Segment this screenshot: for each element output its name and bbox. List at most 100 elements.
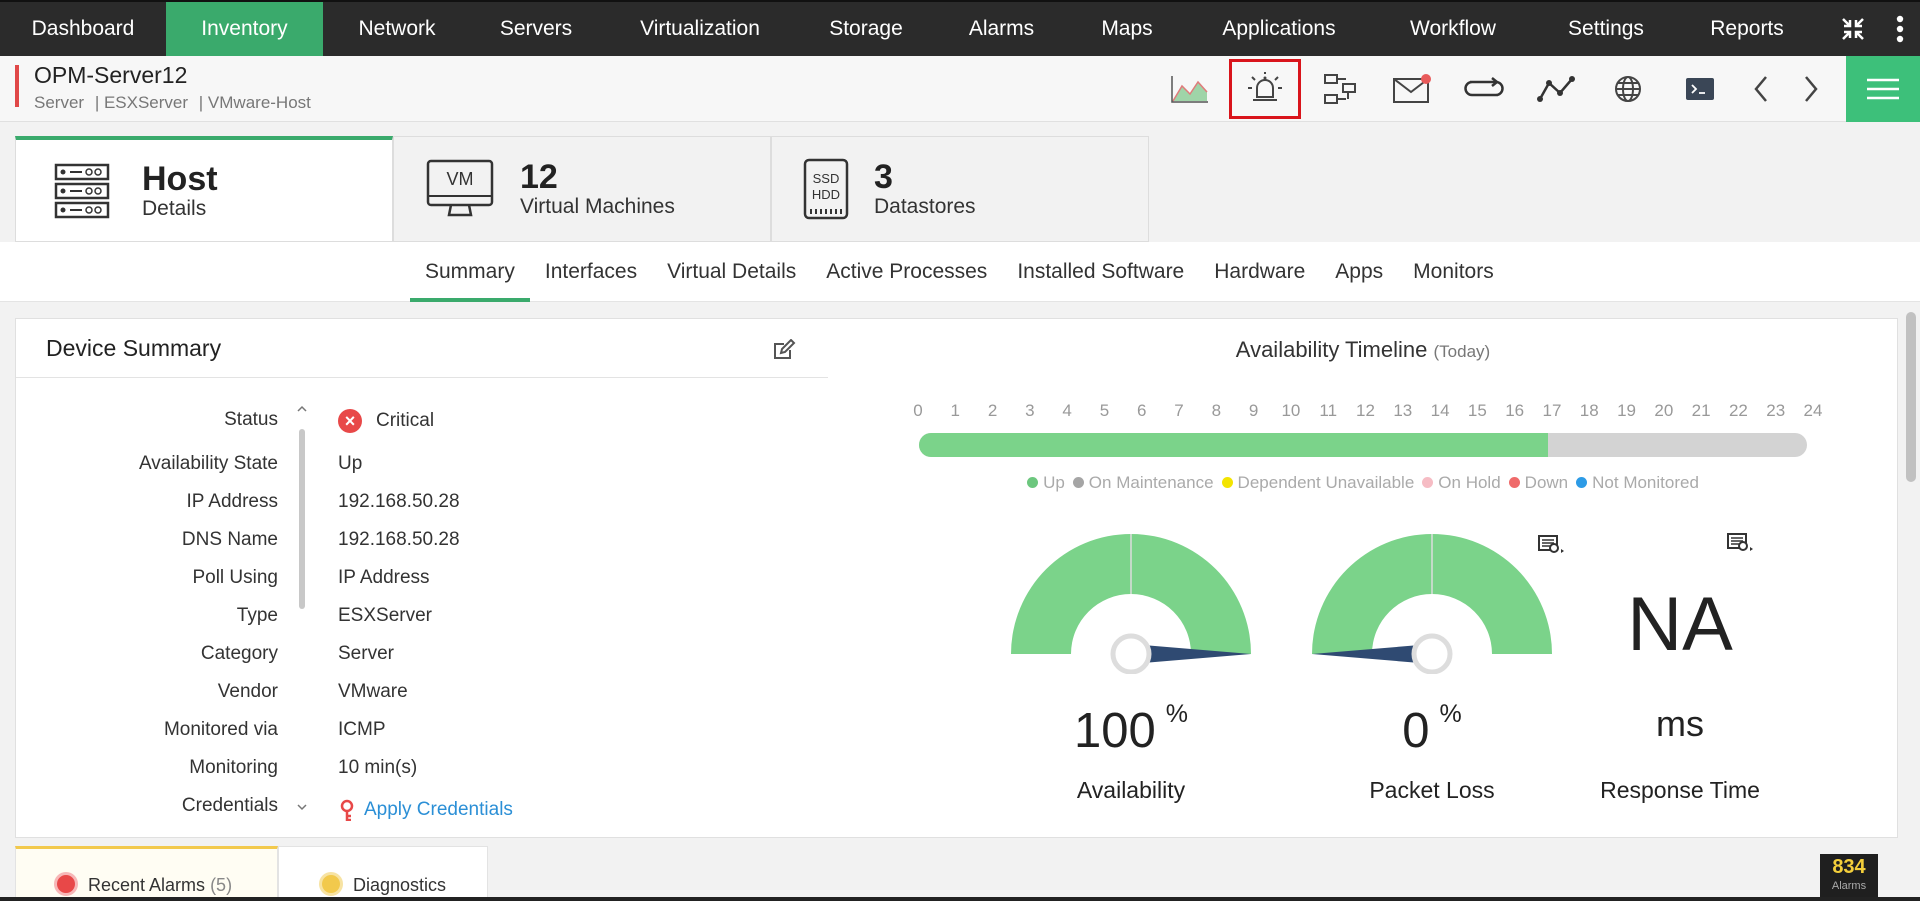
availability-label: Availability: [1076, 777, 1186, 803]
diagnostics-label: Diagnostics: [353, 875, 447, 895]
card-datastores[interactable]: SSD HDD 3 Datastores: [771, 136, 1149, 242]
legend-label: Up: [1043, 473, 1065, 492]
tab-apps[interactable]: Apps: [1320, 242, 1398, 302]
edit-icon[interactable]: [772, 339, 796, 361]
divider: [16, 377, 828, 378]
timeline-hour-label: 16: [1505, 401, 1525, 420]
tab-active-processes[interactable]: Active Processes: [811, 242, 1002, 302]
detail-tabs: Summary Interfaces Virtual Details Activ…: [0, 242, 1920, 302]
nav-dashboard[interactable]: Dashboard: [0, 2, 166, 56]
card-virtual-machines[interactable]: VM 12 Virtual Machines: [393, 136, 771, 242]
svg-text:VM: VM: [447, 169, 474, 189]
timeline-hour-label: 19: [1617, 401, 1636, 420]
previous-device-icon[interactable]: [1746, 64, 1776, 114]
nav-maps[interactable]: Maps: [1070, 2, 1184, 56]
page-scroll-thumb[interactable]: [1906, 312, 1916, 482]
tab-installed-software[interactable]: Installed Software: [1002, 242, 1199, 302]
nav-inventory[interactable]: Inventory: [166, 2, 323, 56]
tab-diagnostics[interactable]: Diagnostics: [278, 846, 488, 901]
scroll-up-icon[interactable]: [296, 403, 308, 415]
vm-monitor-icon: VM: [418, 158, 502, 220]
timeline-legend: Up On Maintenance Dependent Unavailable On …: [828, 473, 1898, 493]
tab-recent-alarms[interactable]: Recent Alarms (5): [15, 846, 278, 901]
tab-summary[interactable]: Summary: [410, 242, 530, 302]
bottom-edge: [0, 897, 1920, 901]
key-icon: [338, 799, 356, 821]
timeline-hour-label: 2: [987, 401, 998, 420]
timeline-hour-label: 1: [950, 401, 961, 420]
timeline-hour-label: 23: [1766, 401, 1786, 420]
collapse-icon[interactable]: [1826, 2, 1880, 56]
nav-workflow[interactable]: Workflow: [1374, 2, 1532, 56]
alarm-count-badge[interactable]: 834 Alarms: [1820, 854, 1878, 900]
label-dns-name: DNS Name: [181, 529, 278, 550]
availability-title: Availability Timeline (Today): [828, 337, 1898, 363]
workflow-icon[interactable]: [1315, 64, 1365, 114]
legend-label: Not Monitored: [1592, 473, 1699, 492]
legend-item: Up: [1027, 473, 1065, 493]
timeline-hour-label: 18: [1579, 401, 1599, 420]
value-category: Server: [338, 643, 394, 664]
summary-scroll-thumb[interactable]: [299, 429, 305, 609]
timeline-hour-label: 0: [913, 401, 923, 420]
value-monitoring: 10 min(s): [338, 757, 418, 778]
tab-hardware[interactable]: Hardware: [1199, 242, 1320, 302]
timeline-up-segment[interactable]: [919, 433, 1548, 457]
summary-row-monitoring: Monitoring 10 min(s): [16, 757, 828, 795]
next-device-icon[interactable]: [1796, 64, 1826, 114]
timeline-hour-label: 13: [1393, 401, 1413, 420]
card-host-details[interactable]: Host Details: [15, 136, 393, 242]
tab-monitors[interactable]: Monitors: [1398, 242, 1509, 302]
legend-dot: [1072, 477, 1084, 488]
nav-alarms[interactable]: Alarms: [933, 2, 1070, 56]
ssd-hdd-icon: SSD HDD: [796, 157, 856, 221]
apply-credentials-link[interactable]: Apply Credentials: [364, 799, 513, 820]
timeline-hour-label: 8: [1211, 401, 1222, 420]
status-marker: [15, 65, 19, 107]
summary-row-dns-name: DNS Name 192.168.50.28: [16, 529, 828, 567]
availability-timeline[interactable]: [919, 433, 1807, 457]
breadcrumb-category[interactable]: Server: [34, 93, 84, 112]
response-report-icon[interactable]: [1726, 531, 1754, 555]
alarm-bell-icon[interactable]: [1229, 59, 1301, 119]
nav-applications[interactable]: Applications: [1184, 2, 1374, 56]
value-ip-address: 192.168.50.28: [338, 491, 460, 512]
graph-icon[interactable]: [1165, 64, 1215, 114]
legend-label: Down: [1524, 473, 1569, 492]
timeline-hour-label: 6: [1137, 401, 1147, 420]
tab-virtual-details[interactable]: Virtual Details: [652, 242, 811, 302]
nav-reports[interactable]: Reports: [1680, 2, 1814, 56]
trace-route-icon[interactable]: [1531, 64, 1581, 114]
scroll-down-icon[interactable]: [296, 801, 308, 813]
nav-storage[interactable]: Storage: [799, 2, 933, 56]
gauge-hub: [1110, 633, 1152, 674]
availability-unit: %: [1165, 699, 1188, 728]
menu-icon[interactable]: [1846, 56, 1920, 122]
nav-virtualization[interactable]: Virtualization: [601, 2, 799, 56]
breadcrumb-subtype[interactable]: | VMware-Host: [199, 93, 311, 112]
legend-label: Dependent Unavailable: [1237, 473, 1415, 492]
timeline-hour-label: 21: [1691, 401, 1711, 420]
summary-scrollbar[interactable]: [296, 403, 308, 813]
refresh-loop-icon[interactable]: [1459, 64, 1509, 114]
legend-dot: [1576, 477, 1588, 488]
timeline-hours: 0 1 2 3 4 5 6 7 8 9 10 11 12 13 14 15 16 17 18 19 20 21 22 23 24: [913, 401, 1822, 423]
alarm-count-number: 834: [1832, 856, 1866, 878]
availability-period: (Today): [1433, 342, 1491, 361]
legend-item: On Maintenance: [1072, 473, 1214, 493]
breadcrumb-type[interactable]: | ESXServer: [95, 93, 188, 112]
top-nav: Dashboard Inventory Network Servers Virt…: [0, 0, 1920, 56]
nav-servers[interactable]: Servers: [471, 2, 601, 56]
nav-network[interactable]: Network: [323, 2, 471, 56]
card-host-title: Host: [142, 159, 218, 198]
tab-interfaces[interactable]: Interfaces: [530, 242, 652, 302]
globe-icon[interactable]: [1603, 64, 1653, 114]
summary-row-credentials: Credentials Apply Credentials: [16, 795, 828, 821]
mail-notification-icon[interactable]: [1387, 64, 1437, 114]
more-vertical-icon[interactable]: [1880, 2, 1920, 56]
nav-settings[interactable]: Settings: [1532, 2, 1680, 56]
card-host-sub: Details: [142, 196, 207, 220]
terminal-icon[interactable]: [1675, 64, 1725, 114]
label-credentials: Credentials: [181, 795, 278, 816]
response-time-label: Response Time: [1600, 777, 1760, 803]
